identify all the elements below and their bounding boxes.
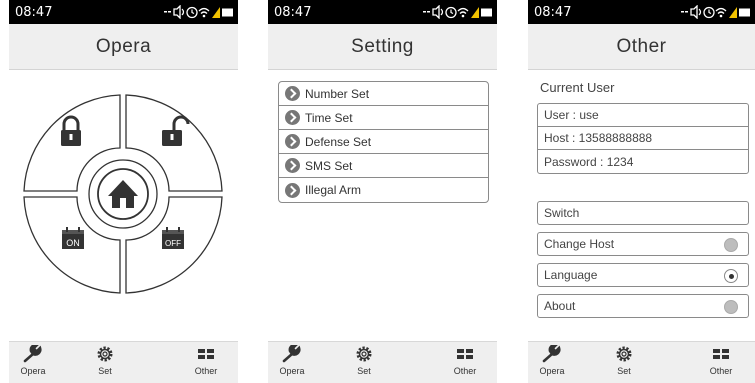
arm-off-label: OFF xyxy=(165,239,181,248)
setting-item-label: SMS Set xyxy=(305,158,353,173)
tab-bar: Opera Set Other xyxy=(9,341,238,383)
status-icons xyxy=(164,5,234,19)
option-label: About xyxy=(544,299,576,313)
setting-item-label: Time Set xyxy=(305,110,353,125)
gear-icon xyxy=(97,346,113,362)
status-icons xyxy=(681,5,751,19)
tab-set[interactable]: Set xyxy=(83,345,127,381)
option-label: Language xyxy=(544,268,598,282)
tab-label: Set xyxy=(357,366,371,376)
gear-icon xyxy=(616,346,632,362)
remote-control-area: ON OFF xyxy=(9,70,238,341)
arm-on-icon: ON xyxy=(62,227,84,249)
about-option[interactable]: About xyxy=(537,294,749,318)
user-row: User : use xyxy=(538,104,748,127)
grid-icon xyxy=(198,349,214,359)
status-time: 08:47 xyxy=(15,4,53,20)
tab-label: Other xyxy=(194,366,218,376)
arm-off-icon: OFF xyxy=(162,227,184,249)
switch-button[interactable]: Switch xyxy=(537,201,749,225)
language-option[interactable]: Language xyxy=(537,263,749,287)
page-title: Setting xyxy=(268,24,497,70)
tab-opera[interactable]: Opera xyxy=(11,345,55,381)
grid-icon xyxy=(713,349,729,359)
tab-label: Set xyxy=(617,366,631,376)
chevron-right-icon xyxy=(285,110,300,125)
setting-item-label: Number Set xyxy=(305,86,370,101)
tab-other[interactable]: Other xyxy=(184,345,228,381)
page-title: Other xyxy=(528,24,755,70)
tab-label: Other xyxy=(453,366,477,376)
wrench-icon xyxy=(542,345,561,363)
option-label: Change Host xyxy=(544,237,615,251)
tab-other[interactable]: Other xyxy=(699,345,743,381)
language-radio[interactable] xyxy=(724,269,738,283)
page-title: Opera xyxy=(9,24,238,70)
tab-opera[interactable]: Opera xyxy=(530,345,574,381)
status-bar: 08:47 xyxy=(9,0,238,24)
arm-on-label: ON xyxy=(66,238,80,248)
password-row: Password : 1234 xyxy=(544,154,634,169)
chevron-right-icon xyxy=(285,158,300,173)
tab-label: Set xyxy=(98,366,112,376)
setting-item-number-set[interactable]: Number Set xyxy=(279,82,488,106)
other-screen: 08:47 Other Current User User : use Host… xyxy=(528,0,755,383)
status-bar: 08:47 xyxy=(528,0,755,24)
status-icons xyxy=(423,5,493,19)
setting-item-illegal-arm[interactable]: Illegal Arm xyxy=(279,178,488,202)
host-row: Host : 13588888888 xyxy=(538,127,748,150)
setting-item-defense-set[interactable]: Defense Set xyxy=(279,130,488,154)
tab-bar: Opera Set Other xyxy=(268,341,497,383)
other-content: Current User User : use Host : 135888888… xyxy=(528,70,755,341)
setting-item-label: Defense Set xyxy=(305,134,372,149)
setting-screen: 08:47 Setting Number Set Time Set Defens… xyxy=(268,0,497,383)
about-radio[interactable] xyxy=(724,300,738,314)
chevron-right-icon xyxy=(285,86,300,101)
setting-item-time-set[interactable]: Time Set xyxy=(279,106,488,130)
gear-icon xyxy=(356,346,372,362)
status-time: 08:47 xyxy=(534,4,572,20)
wrench-icon xyxy=(23,345,42,363)
settings-list: Number Set Time Set Defense Set SMS Set … xyxy=(278,81,489,203)
tab-label: Opera xyxy=(539,366,565,376)
tab-label: Opera xyxy=(20,366,46,376)
change-host-radio[interactable] xyxy=(724,238,738,252)
tab-opera[interactable]: Opera xyxy=(270,345,314,381)
current-user-title: Current User xyxy=(540,80,615,95)
option-label: Switch xyxy=(544,206,580,220)
grid-icon xyxy=(457,349,473,359)
setting-item-sms-set[interactable]: SMS Set xyxy=(279,154,488,178)
settings-content: Number Set Time Set Defense Set SMS Set … xyxy=(268,70,497,341)
tab-label: Opera xyxy=(279,366,305,376)
change-host-option[interactable]: Change Host xyxy=(537,232,749,256)
status-time: 08:47 xyxy=(274,4,312,20)
status-bar: 08:47 xyxy=(268,0,497,24)
opera-screen: 08:47 Opera ON OFF Opera Set Other xyxy=(9,0,238,383)
current-user-info: User : use Host : 13588888888 Password :… xyxy=(537,103,749,174)
chevron-right-icon xyxy=(285,182,300,198)
wrench-icon xyxy=(282,345,301,363)
tab-set[interactable]: Set xyxy=(602,345,646,381)
setting-item-label: Illegal Arm xyxy=(305,183,362,197)
tab-other[interactable]: Other xyxy=(443,345,487,381)
tab-set[interactable]: Set xyxy=(342,345,386,381)
chevron-right-icon xyxy=(285,134,300,149)
tab-bar: Opera Set Other xyxy=(528,341,755,383)
tab-label: Other xyxy=(709,366,733,376)
